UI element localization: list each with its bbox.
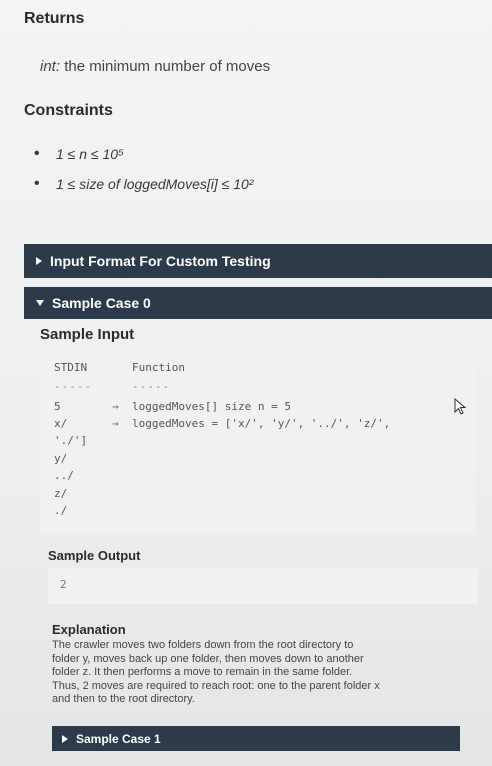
function-line: loggedMoves[] size n = 5	[132, 400, 291, 413]
sample-input-heading: Sample Input	[40, 326, 135, 343]
stdin-line: './']	[54, 434, 88, 447]
stdin-line: y/	[54, 452, 68, 465]
explanation-line: and then to the root directory.	[52, 693, 195, 705]
mouse-pointer-icon	[454, 398, 467, 415]
explanation-line: Thus, 2 moves are required to reach root…	[52, 679, 380, 692]
function-line: loggedMoves = ['x/', 'y/', '../', 'z/',	[132, 417, 391, 430]
function-divider: -----	[132, 380, 171, 393]
explanation-text: The crawler moves two folders down from …	[52, 639, 466, 707]
constraint-item: 1 ≤ n ≤ 10⁵	[34, 143, 253, 173]
explanation-line: The crawler moves two folders down from …	[52, 639, 354, 651]
sample-input-code: STDIN Function ----- ----- 5 x/ './'] y/…	[40, 353, 476, 535]
stdin-line: 5	[54, 400, 61, 413]
constraints-list: 1 ≤ n ≤ 10⁵ 1 ≤ size of loggedMoves[i] ≤…	[34, 143, 253, 203]
input-format-label: Input Format For Custom Testing	[50, 253, 271, 269]
input-format-accordion[interactable]: Input Format For Custom Testing	[24, 244, 492, 278]
stdin-header: STDIN	[54, 361, 88, 374]
constraints-heading: Constraints	[24, 102, 113, 119]
returns-heading: Returns	[24, 10, 85, 27]
stdin-line: z/	[54, 487, 68, 500]
sample-case-1-accordion[interactable]: Sample Case 1	[52, 726, 460, 751]
return-type: int:	[40, 58, 61, 75]
stdin-line: ../	[54, 469, 74, 482]
arrow-right-icon: →	[112, 417, 119, 430]
constraint-item: 1 ≤ size of loggedMoves[i] ≤ 10²	[34, 173, 253, 203]
stdin-divider: -----	[54, 380, 93, 393]
function-header: Function	[132, 361, 185, 374]
stdin-line: ./	[54, 504, 68, 517]
sample-output-heading: Sample Output	[48, 548, 141, 563]
sample-case-0-accordion[interactable]: Sample Case 0	[24, 287, 492, 319]
returns-description: int: the minimum number of moves	[40, 58, 270, 75]
caret-down-icon	[36, 300, 44, 306]
problem-page: Returns int: the minimum number of moves…	[0, 0, 492, 766]
return-description: the minimum number of moves	[64, 58, 271, 75]
caret-right-icon	[62, 734, 68, 743]
sample-output-code: 2	[48, 568, 478, 604]
explanation-line: folder y, moves back up one folder, then…	[52, 652, 364, 665]
sample-case-0-label: Sample Case 0	[52, 295, 151, 311]
sample-output-value: 2	[60, 578, 67, 591]
arrow-right-icon: →	[112, 400, 119, 413]
caret-right-icon	[36, 257, 42, 265]
explanation-line: folder z. It then performs a move to rem…	[52, 666, 353, 678]
stdin-line: x/	[54, 417, 68, 430]
sample-case-1-label: Sample Case 1	[76, 731, 161, 746]
explanation-heading: Explanation	[52, 622, 126, 637]
